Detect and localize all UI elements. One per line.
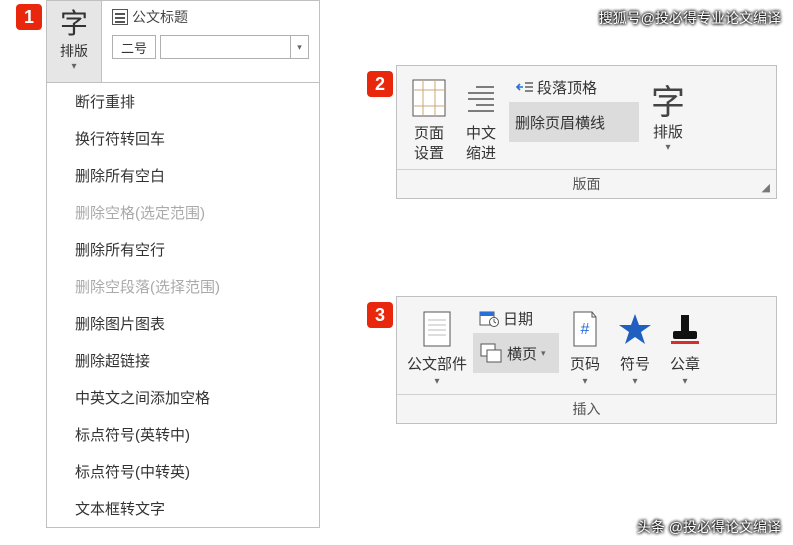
symbol-button[interactable]: 符号 ▾ [611, 305, 659, 390]
font-row: 二号 ▾ [112, 35, 309, 59]
typeset-menu-item: 删除空段落(选择范围) [47, 268, 319, 305]
paragraph-top-button[interactable]: 段落顶格 [509, 74, 639, 100]
typeset-menu-item[interactable]: 标点符号(中转英) [47, 453, 319, 490]
svg-text:#: # [581, 321, 590, 338]
typeset-menu: 断行重排换行符转回车删除所有空白删除空格(选定范围)删除所有空行删除空段落(选择… [47, 83, 319, 527]
panel1-header: 字 排版 ▾ 公文标题 二号 ▾ [47, 1, 319, 83]
typeset-menu-item: 删除空格(选定范围) [47, 194, 319, 231]
panel2-small-column: 段落顶格 删除页眉横线 [509, 74, 639, 165]
document-title-button[interactable]: 公文标题 [112, 7, 309, 27]
typeset-menu-item[interactable]: 断行重排 [47, 83, 319, 120]
typeset-label: 排版 [653, 121, 683, 142]
insert-group-text: 插入 [573, 401, 601, 417]
page-setup-icon [409, 76, 449, 120]
landscape-button[interactable]: 横页 ▾ [473, 333, 559, 373]
date-label: 日期 [503, 308, 533, 329]
typeset-menu-item[interactable]: 标点符号(英转中) [47, 416, 319, 453]
page-number-icon: # [565, 307, 605, 351]
layout-group-label: 版面 ◢ [397, 169, 776, 198]
paragraph-top-icon [515, 79, 533, 95]
panel3-small-column: 日期 横页 ▾ [473, 305, 559, 390]
typeset-menu-item[interactable]: 删除所有空行 [47, 231, 319, 268]
insert-group-label: 插入 [397, 394, 776, 423]
page-setup-label: 页面 设置 [414, 124, 444, 163]
symbol-label: 符号 [620, 355, 650, 375]
doc-parts-icon [417, 307, 457, 351]
doc-parts-label: 公文部件 [407, 355, 467, 375]
landscape-icon [479, 342, 503, 364]
chevron-down-icon: ▾ [665, 142, 670, 153]
layout-group-text: 版面 [573, 176, 601, 192]
font-name-select[interactable]: ▾ [160, 35, 309, 59]
annotation-badge-2: 2 [367, 71, 393, 97]
chevron-down-icon: ▾ [71, 61, 76, 72]
typeset-menu-item[interactable]: 换行符转回车 [47, 120, 319, 157]
landscape-label: 横页 [507, 343, 537, 364]
cn-indent-label: 中文 缩进 [466, 124, 496, 163]
cn-indent-button[interactable]: 中文 缩进 [457, 74, 505, 165]
typeset-menu-item[interactable]: 删除超链接 [47, 342, 319, 379]
insert-ribbon-group: 公文部件 ▾ 日期 横页 ▾ # 页码 ▾ 符号 [396, 296, 777, 424]
delete-header-line-button[interactable]: 删除页眉横线 [509, 102, 639, 142]
chevron-down-icon: ▾ [541, 348, 546, 359]
delete-header-line-label: 删除页眉横线 [515, 112, 605, 133]
page-number-button[interactable]: # 页码 ▾ [561, 305, 609, 390]
annotation-badge-3: 3 [367, 302, 393, 328]
paragraph-top-label: 段落顶格 [537, 77, 597, 98]
page-setup-button[interactable]: 页面 设置 [405, 74, 453, 165]
seal-label: 公章 [670, 355, 700, 375]
typeset-label: 排版 [60, 41, 88, 61]
cn-indent-icon [461, 76, 501, 120]
stamp-icon [665, 307, 705, 351]
annotation-badge-1: 1 [16, 4, 42, 30]
chevron-down-icon: ▾ [290, 36, 308, 58]
typeset-menu-item[interactable]: 删除图片图表 [47, 305, 319, 342]
chevron-down-icon: ▾ [633, 375, 638, 388]
date-icon [479, 309, 499, 327]
font-size-select[interactable]: 二号 [112, 35, 156, 59]
typeset-menu-item[interactable]: 文本框转文字 [47, 490, 319, 527]
chevron-down-icon: ▾ [583, 375, 588, 388]
typeset-dropdown-panel: 字 排版 ▾ 公文标题 二号 ▾ 断行重排换行符转回车删除所有空白删除空格(选定… [46, 0, 320, 528]
typeset-menu-item[interactable]: 中英文之间添加空格 [47, 379, 319, 416]
doc-parts-button[interactable]: 公文部件 ▾ [403, 305, 471, 390]
document-title-icon [112, 9, 128, 25]
watermark-bottom: 头条 @投必得论文编译 [637, 517, 781, 537]
layout-ribbon-group: 页面 设置 中文 缩进 段落顶格 删除页眉横线 字 排版 ▾ 版面 ◢ [396, 65, 777, 199]
dialog-launcher-icon[interactable]: ◢ [762, 181, 770, 194]
typeset-glyph: 字 [651, 87, 685, 121]
panel1-right: 公文标题 二号 ▾ [102, 1, 319, 82]
chevron-down-icon: ▾ [434, 375, 439, 388]
page-number-label: 页码 [570, 355, 600, 375]
chevron-down-icon: ▾ [683, 375, 688, 388]
document-title-label: 公文标题 [132, 7, 188, 27]
date-button[interactable]: 日期 [473, 305, 559, 331]
seal-button[interactable]: 公章 ▾ [661, 305, 709, 390]
watermark-top: 搜狐号@投必得专业论文编译 [599, 8, 781, 28]
typeset-glyph: 字 [60, 11, 88, 39]
star-icon [615, 307, 655, 351]
typeset-button-2[interactable]: 字 排版 ▾ [643, 74, 693, 165]
typeset-button[interactable]: 字 排版 ▾ [47, 1, 102, 82]
typeset-menu-item[interactable]: 删除所有空白 [47, 157, 319, 194]
